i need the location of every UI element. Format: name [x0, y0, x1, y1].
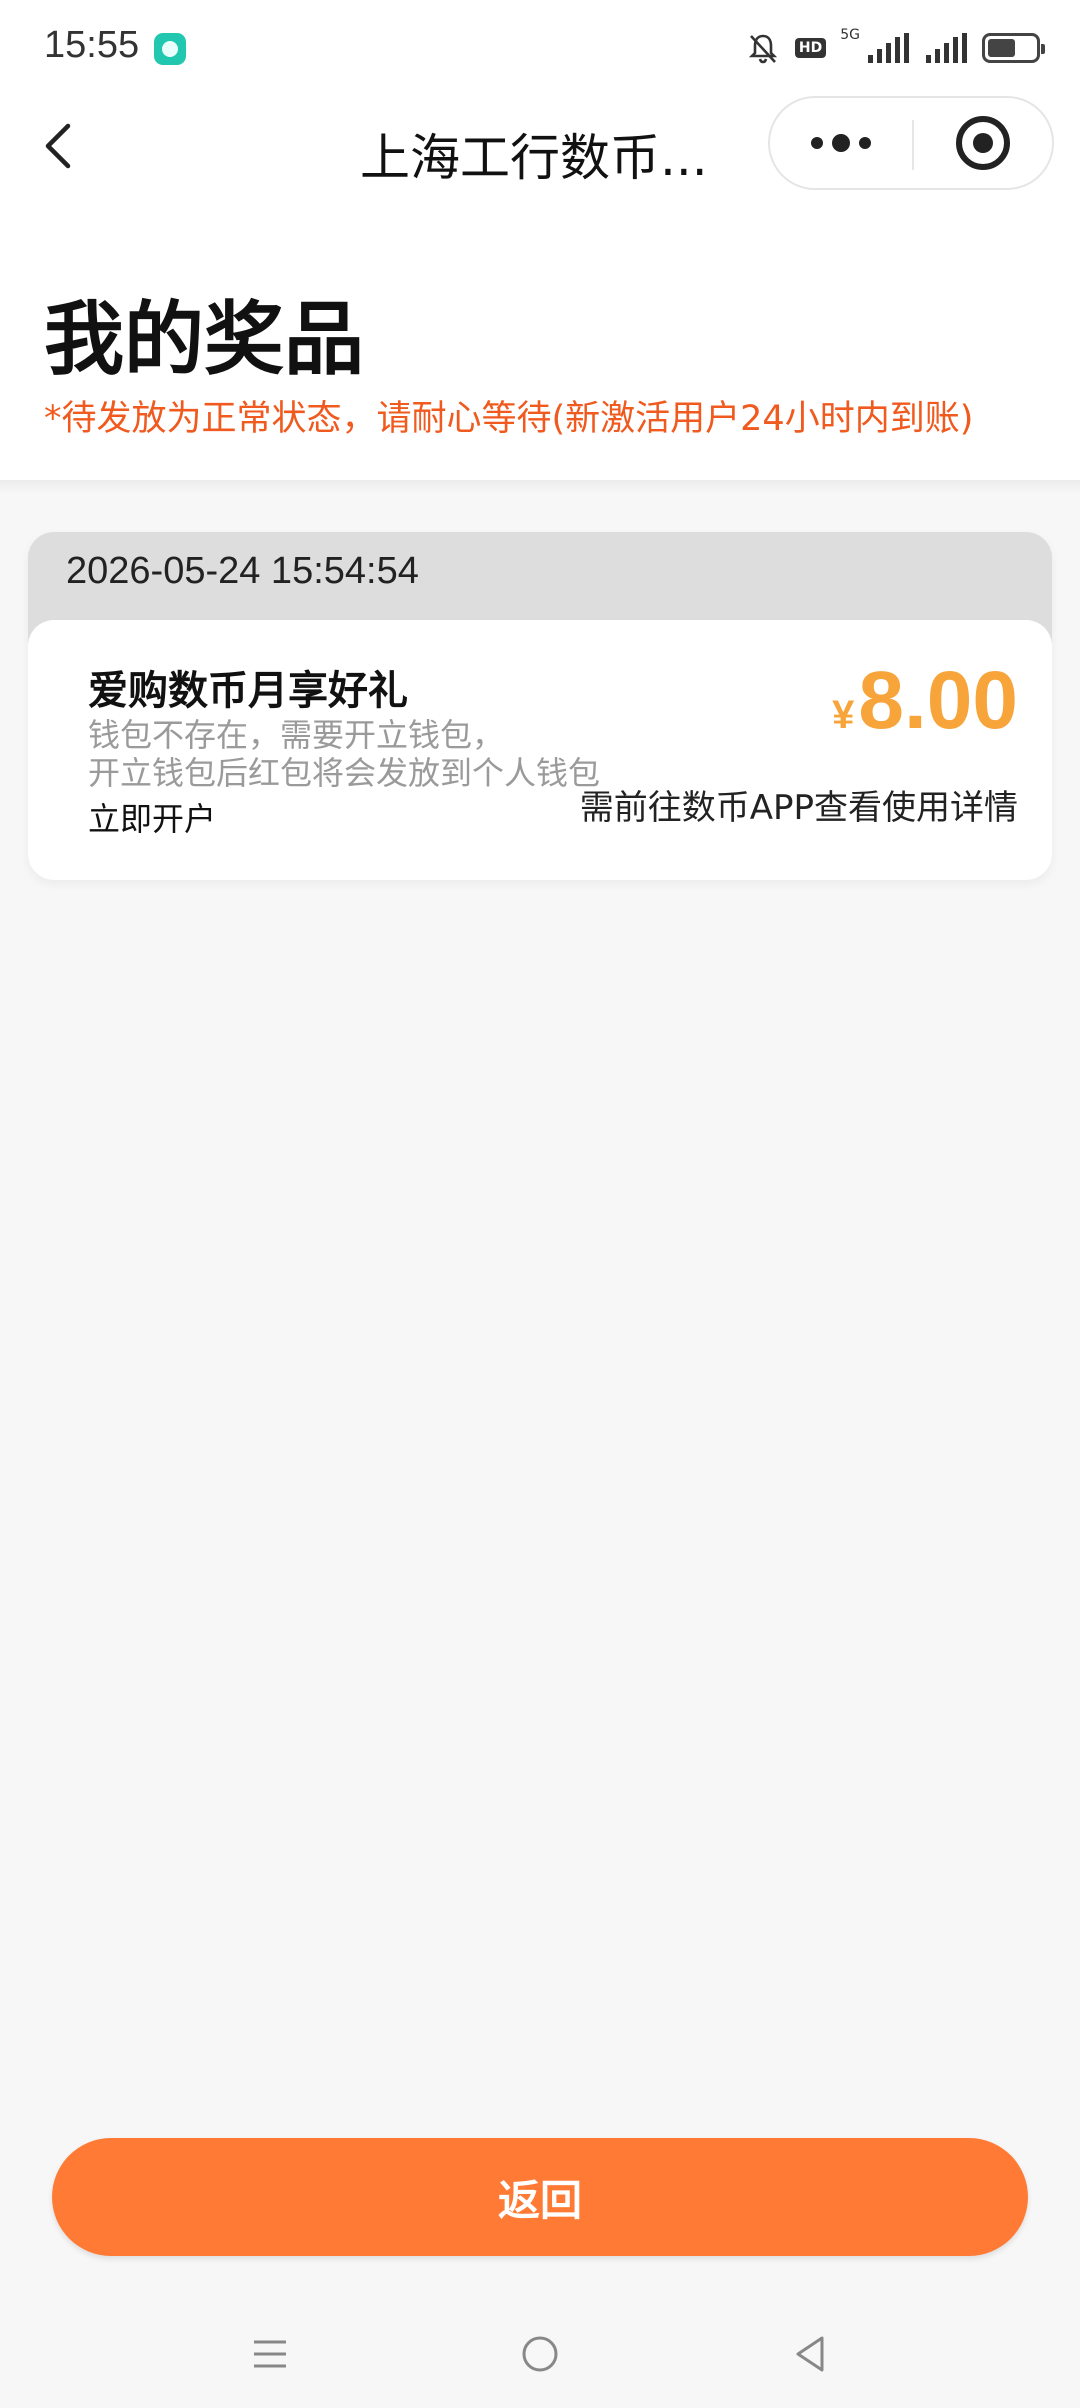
page-header: 我的奖品 *待发放为正常状态，请耐心等待(新激活用户24小时内到账) — [0, 196, 1080, 480]
status-time: 15:55 — [44, 24, 140, 66]
screen: 15:55 HD 5G 上海工行数币... 我的奖品 *待发放为正常状态，请耐心… — [0, 0, 1080, 2408]
prize-description-line-1: 钱包不存在，需要开立钱包， — [88, 716, 505, 754]
menu-icon — [254, 2340, 286, 2368]
home-circle-icon — [522, 2336, 558, 2372]
bell-muted-icon — [745, 30, 781, 66]
nav-bar: 上海工行数币... — [0, 96, 1080, 196]
more-dots-icon — [811, 134, 871, 152]
page-title: 我的奖品 — [44, 293, 364, 386]
prize-name: 爱购数币月享好礼 — [88, 668, 408, 714]
pending-notice: *待发放为正常状态，请耐心等待(新激活用户24小时内到账) — [44, 399, 974, 439]
close-button[interactable] — [914, 98, 1052, 188]
system-nav-bar — [0, 2300, 1080, 2408]
mini-program-capsule — [768, 96, 1054, 190]
currency-symbol: ¥ — [832, 693, 855, 737]
header-shadow — [0, 480, 1080, 494]
battery-icon — [982, 33, 1045, 63]
nav-title: 上海工行数币... — [360, 129, 708, 187]
home-button[interactable] — [520, 2330, 560, 2382]
signal-icon-2 — [924, 33, 968, 63]
battery-level — [988, 39, 1015, 57]
signal-icon — [866, 33, 910, 63]
app-notification-icon — [154, 33, 186, 65]
system-back-button[interactable] — [790, 2330, 830, 2382]
prize-timestamp: 2026-05-24 15:54:54 — [66, 550, 419, 592]
prize-card-body: 爱购数币月享好礼 钱包不存在，需要开立钱包， 开立钱包后红包将会发放到个人钱包 … — [28, 620, 1052, 880]
prize-description-line-2: 开立钱包后红包将会发放到个人钱包 — [88, 754, 601, 792]
status-bar: 15:55 HD 5G — [0, 0, 1080, 96]
open-account-link[interactable]: 立即开户 — [88, 794, 216, 840]
return-button[interactable]: 返回 — [52, 2138, 1028, 2256]
prize-usage-hint: 需前往数币APP查看使用详情 — [579, 788, 1018, 828]
target-close-icon — [956, 116, 1010, 170]
network-label: 5G — [840, 27, 860, 43]
prize-amount: ¥ 8.00 — [832, 660, 1018, 742]
hd-badge: HD — [794, 38, 827, 58]
amount-value: 8.00 — [858, 655, 1018, 746]
prize-description: 钱包不存在，需要开立钱包， 开立钱包后红包将会发放到个人钱包 — [88, 716, 600, 792]
recent-apps-button[interactable] — [248, 2330, 292, 2382]
back-button[interactable] — [36, 116, 96, 176]
chevron-left-icon — [45, 123, 71, 169]
more-button[interactable] — [770, 98, 912, 188]
prize-card: 2026-05-24 15:54:54 爱购数币月享好礼 钱包不存在，需要开立钱… — [28, 532, 1052, 880]
status-icons: HD 5G — [745, 27, 1045, 68]
triangle-back-icon — [796, 2336, 824, 2372]
